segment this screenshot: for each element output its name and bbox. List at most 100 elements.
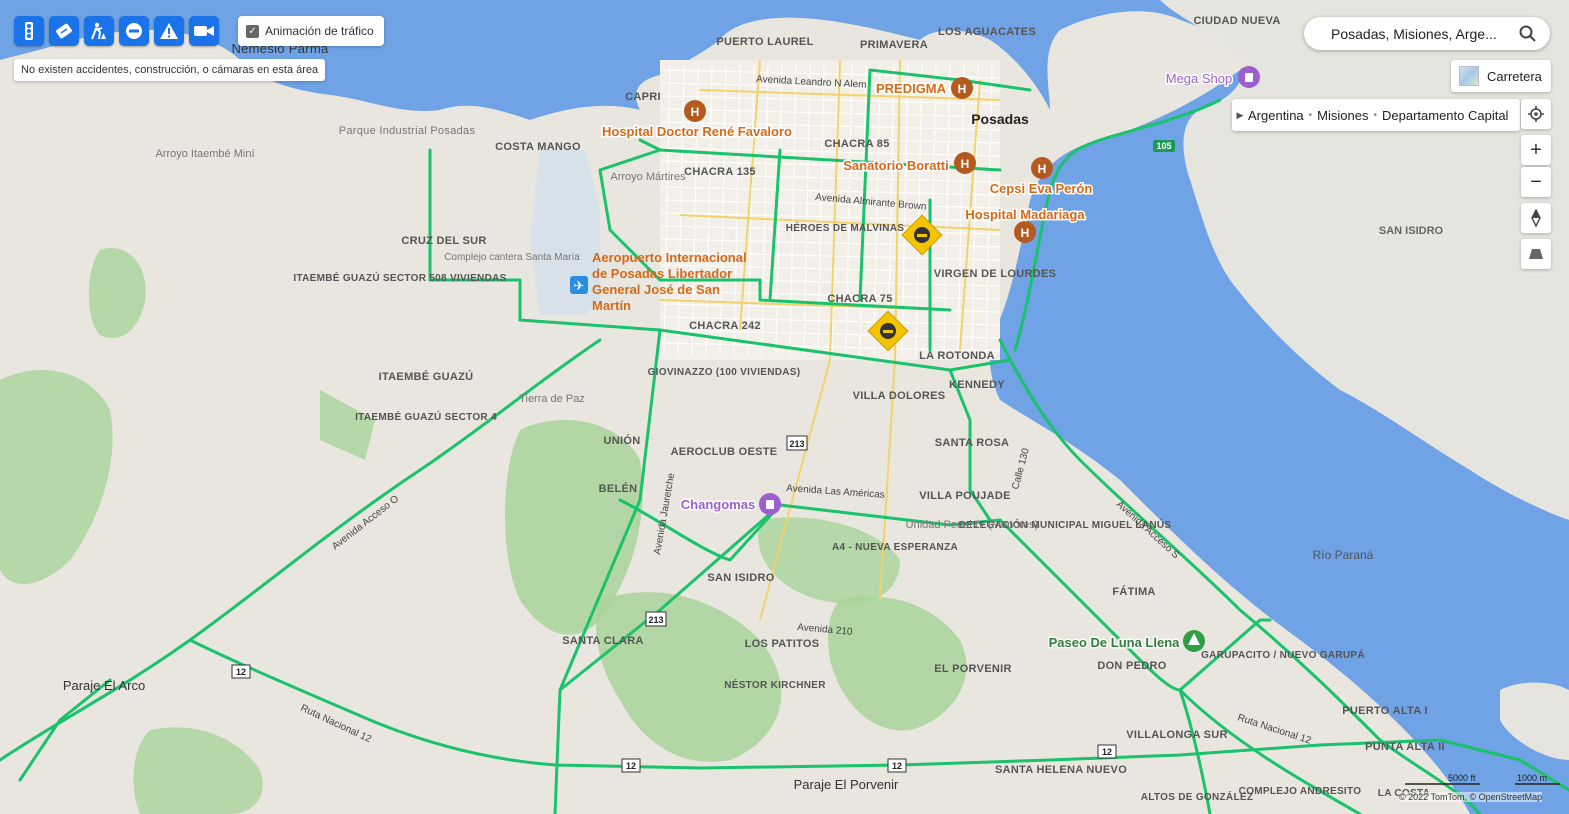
perspective-icon bbox=[1529, 249, 1543, 259]
warning-triangle-icon bbox=[160, 23, 178, 39]
svg-text:CHACRA 242: CHACRA 242 bbox=[689, 320, 761, 332]
svg-text:Complejo cantera Santa María: Complejo cantera Santa María bbox=[444, 252, 580, 263]
svg-text:DON PEDRO: DON PEDRO bbox=[1097, 660, 1166, 672]
svg-text:A4 - NUEVA ESPERANZA: A4 - NUEVA ESPERANZA bbox=[832, 542, 958, 553]
svg-text:12: 12 bbox=[236, 667, 246, 677]
breadcrumb-province[interactable]: Misiones bbox=[1317, 108, 1368, 123]
svg-text:SANTA HELENA NUEVO: SANTA HELENA NUEVO bbox=[995, 764, 1127, 776]
svg-text:GARUPACITO / NUEVO GARUPÁ: GARUPACITO / NUEVO GARUPÁ bbox=[1201, 648, 1365, 661]
svg-text:PUERTO ALTA I: PUERTO ALTA I bbox=[1342, 705, 1428, 717]
traffic-incidents-button[interactable] bbox=[49, 16, 79, 46]
minus-icon: − bbox=[1530, 170, 1542, 193]
svg-text:H: H bbox=[1021, 226, 1030, 240]
svg-text:PUNTA ALTA II: PUNTA ALTA II bbox=[1365, 741, 1445, 753]
svg-text:CRUZ DEL SUR: CRUZ DEL SUR bbox=[401, 235, 486, 247]
search-box[interactable] bbox=[1304, 17, 1550, 50]
search-input[interactable] bbox=[1329, 24, 1513, 43]
airport-icon: ✈ bbox=[574, 278, 585, 293]
svg-text:Paraje El Porvenir: Paraje El Porvenir bbox=[794, 777, 899, 792]
svg-text:COSTA MANGO: COSTA MANGO bbox=[495, 141, 581, 153]
svg-text:EL PORVENIR: EL PORVENIR bbox=[934, 663, 1011, 675]
traffic-light-icon bbox=[25, 22, 33, 40]
shield-12-a: 12 bbox=[231, 664, 251, 679]
zoom-in-button[interactable]: + bbox=[1521, 135, 1551, 165]
svg-text:BELÉN: BELÉN bbox=[599, 482, 638, 495]
svg-text:H: H bbox=[1038, 162, 1047, 176]
svg-text:Parque Industrial Posadas: Parque Industrial Posadas bbox=[339, 125, 476, 137]
svg-text:LOS AGUACATES: LOS AGUACATES bbox=[938, 26, 1036, 38]
svg-text:213: 213 bbox=[648, 615, 663, 625]
svg-text:PUERTO LAUREL: PUERTO LAUREL bbox=[716, 36, 813, 48]
svg-text:CIUDAD NUEVA: CIUDAD NUEVA bbox=[1193, 15, 1280, 27]
svg-text:12: 12 bbox=[1102, 747, 1112, 757]
svg-text:VILLA DOLORES: VILLA DOLORES bbox=[853, 390, 946, 402]
svg-text:NÉSTOR KIRCHNER: NÉSTOR KIRCHNER bbox=[724, 678, 826, 691]
poi-label: Changomas bbox=[681, 497, 755, 512]
traffic-animation-toggle[interactable]: ✓ Animación de tráfico bbox=[238, 16, 384, 46]
poi-label: Hospital Madariaga bbox=[965, 207, 1085, 222]
poi-label: Paseo De Luna Llena bbox=[1049, 635, 1181, 650]
traffic-flow-button[interactable] bbox=[14, 16, 44, 46]
svg-text:ITAEMBÉ GUAZÚ SECTOR 4: ITAEMBÉ GUAZÚ SECTOR 4 bbox=[355, 410, 497, 423]
svg-text:LOS PATITOS: LOS PATITOS bbox=[745, 638, 820, 650]
svg-text:Tierra de Paz: Tierra de Paz bbox=[519, 393, 585, 405]
predigma-marker[interactable]: H PREDIGMA bbox=[874, 77, 973, 99]
shield-105: 105 bbox=[1153, 140, 1175, 152]
changomas-marker[interactable]: Changomas bbox=[679, 493, 781, 515]
incident-ticket-icon bbox=[56, 23, 72, 39]
poi-label: Hospital Doctor René Favaloro bbox=[602, 124, 792, 139]
airport-marker[interactable]: ✈ Aeropuerto Internacional de Posadas Li… bbox=[570, 250, 762, 320]
locate-me-button[interactable] bbox=[1521, 99, 1551, 129]
svg-text:Arroyo Mártires: Arroyo Mártires bbox=[610, 171, 686, 183]
svg-text:CHACRA 75: CHACRA 75 bbox=[827, 293, 892, 305]
traffic-toolbar bbox=[14, 16, 219, 46]
checkbox-checked-icon[interactable]: ✓ bbox=[246, 24, 259, 38]
search-icon[interactable] bbox=[1519, 25, 1536, 42]
svg-text:Arroyo Itaembé Miní: Arroyo Itaembé Miní bbox=[155, 148, 254, 160]
svg-text:LA ROTONDA: LA ROTONDA bbox=[919, 350, 995, 362]
city-label: Posadas bbox=[971, 111, 1029, 127]
no-entry-icon bbox=[126, 23, 142, 39]
airport-area bbox=[530, 150, 600, 315]
construction-button[interactable] bbox=[84, 16, 114, 46]
compass-button[interactable] bbox=[1521, 203, 1551, 233]
svg-text:GIOVINAZZO (100 VIVIENDAS): GIOVINAZZO (100 VIVIENDAS) bbox=[648, 367, 801, 378]
warning-button[interactable] bbox=[154, 16, 184, 46]
svg-text:CHACRA 135: CHACRA 135 bbox=[684, 166, 756, 178]
svg-text:HÉROES DE MALVINAS: HÉROES DE MALVINAS bbox=[786, 221, 905, 234]
breadcrumb-country[interactable]: Argentina bbox=[1248, 108, 1304, 123]
poi-label: Cepsi Eva Perón bbox=[990, 181, 1093, 196]
svg-text:ITAEMBÉ GUAZÚ: ITAEMBÉ GUAZÚ bbox=[379, 370, 474, 383]
svg-text:Paraje El Arco: Paraje El Arco bbox=[63, 678, 145, 693]
svg-text:FÁTIMA: FÁTIMA bbox=[1112, 585, 1155, 598]
breadcrumb-separator: • bbox=[1308, 109, 1313, 121]
shield-213-a: 213 bbox=[786, 435, 808, 451]
svg-text:Río Paraná: Río Paraná bbox=[1313, 548, 1374, 562]
road-closure-button[interactable] bbox=[119, 16, 149, 46]
zoom-out-button[interactable]: − bbox=[1521, 167, 1551, 197]
shield-213-b: 213 bbox=[645, 611, 667, 627]
breadcrumb: ▶ Argentina • Misiones • Departamento Ca… bbox=[1232, 99, 1520, 131]
svg-text:Unidad Penal IV (Menores): Unidad Penal IV (Menores) bbox=[906, 519, 1039, 531]
expand-arrow-icon[interactable]: ▶ bbox=[1232, 110, 1248, 121]
shield-12-b: 12 bbox=[621, 758, 641, 773]
shield-12-c: 12 bbox=[887, 758, 907, 773]
map-style-button[interactable]: Carretera bbox=[1451, 60, 1551, 92]
svg-text:COMPLEJO ANDRESITO: COMPLEJO ANDRESITO bbox=[1239, 786, 1362, 797]
map-style-thumbnail-icon bbox=[1459, 66, 1479, 86]
svg-text:VIRGEN DE LOURDES: VIRGEN DE LOURDES bbox=[934, 268, 1056, 280]
svg-text:AEROCLUB OESTE: AEROCLUB OESTE bbox=[671, 446, 778, 458]
svg-text:12: 12 bbox=[892, 761, 902, 771]
roadwork-icon bbox=[91, 22, 106, 40]
breadcrumb-separator: • bbox=[1373, 109, 1377, 121]
svg-text:KENNEDY: KENNEDY bbox=[949, 379, 1005, 391]
scale-label-feet: 5000 ft bbox=[1448, 773, 1476, 783]
pitch-button[interactable] bbox=[1521, 239, 1551, 269]
breadcrumb-department[interactable]: Departamento Capital bbox=[1382, 108, 1508, 123]
video-camera-icon bbox=[194, 26, 214, 36]
cameras-button[interactable] bbox=[189, 16, 219, 46]
svg-text:H: H bbox=[961, 157, 970, 171]
svg-text:213: 213 bbox=[789, 439, 804, 449]
traffic-animation-label: Animación de tráfico bbox=[265, 24, 374, 38]
svg-text:SANTA ROSA: SANTA ROSA bbox=[935, 437, 1010, 449]
